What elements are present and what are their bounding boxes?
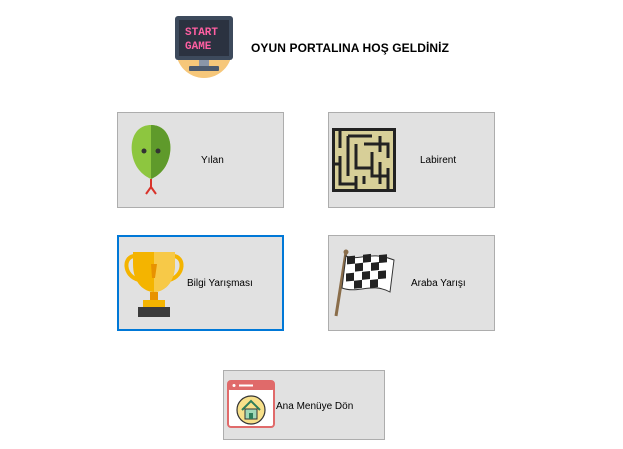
checkered-flag-icon	[332, 248, 398, 323]
maze-icon	[332, 128, 396, 197]
quiz-game-button[interactable]: Bilgi Yarışması	[117, 235, 284, 331]
car-race-game-label: Araba Yarışı	[411, 278, 466, 289]
trophy-icon	[121, 250, 187, 323]
snake-game-button[interactable]: Yılan	[117, 112, 284, 208]
maze-game-button[interactable]: Labirent	[328, 112, 495, 208]
svg-text:START: START	[185, 27, 218, 39]
main-menu-label: Ana Menüye Dön	[276, 401, 354, 412]
home-window-icon	[227, 380, 275, 435]
start-game-logo: START GAME	[171, 14, 237, 78]
maze-game-label: Labirent	[420, 155, 457, 166]
svg-text:GAME: GAME	[185, 41, 212, 53]
snake-game-label: Yılan	[201, 155, 224, 166]
car-race-game-button[interactable]: Araba Yarışı	[328, 235, 495, 331]
quiz-game-label: Bilgi Yarışması	[187, 278, 253, 289]
snake-icon	[128, 123, 174, 200]
main-menu-button[interactable]: Ana Menüye Dön	[223, 370, 385, 440]
page-title: OYUN PORTALINA HOŞ GELDİNİZ	[251, 41, 450, 55]
